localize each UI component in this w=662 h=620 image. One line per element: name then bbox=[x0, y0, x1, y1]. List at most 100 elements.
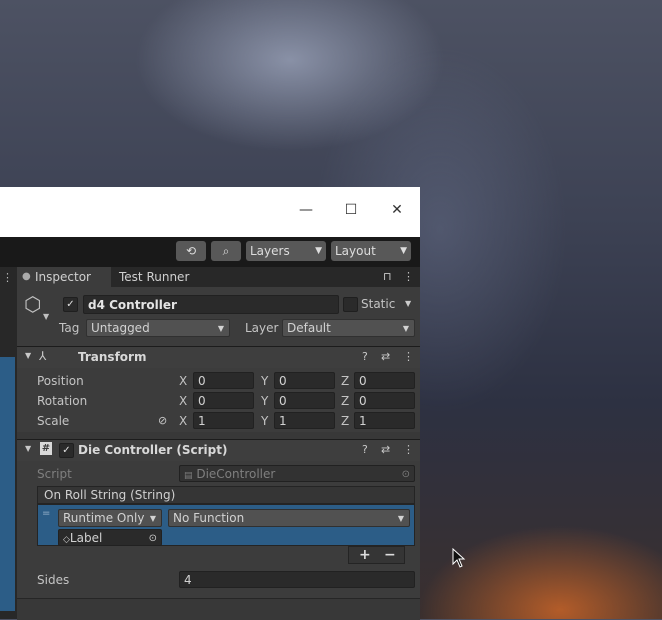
position-y-field[interactable]: 0 bbox=[274, 372, 335, 389]
minimize-button[interactable]: — bbox=[297, 201, 315, 219]
tab-test-runner[interactable]: Test Runner bbox=[119, 267, 199, 287]
object-name-field[interactable]: d4 Controller bbox=[83, 295, 339, 314]
transform-icon: ⅄ bbox=[39, 349, 47, 363]
axis-x-label: X bbox=[179, 374, 188, 388]
axis-x-label: X bbox=[179, 394, 188, 408]
position-label: Position bbox=[37, 374, 84, 388]
window-titlebar: — ☐ ✕ bbox=[0, 187, 420, 237]
position-x-field[interactable]: 0 bbox=[193, 372, 254, 389]
event-list-footer: + − bbox=[348, 546, 405, 564]
target-object-field[interactable]: ◇Label ⊙ bbox=[58, 529, 162, 546]
gameobject-cube-icon[interactable]: ⬡ bbox=[24, 294, 41, 314]
inspector-tab-bar: ● Inspector Test Runner ⊓ ⋮ bbox=[17, 267, 420, 287]
search-button[interactable]: ⌕ bbox=[211, 241, 241, 261]
transform-title: Transform bbox=[78, 350, 147, 364]
script-hash-icon: # bbox=[40, 442, 52, 455]
add-listener-button[interactable]: + bbox=[359, 547, 371, 563]
preset-icon[interactable]: ⇄ bbox=[381, 443, 390, 456]
maximize-button[interactable]: ☐ bbox=[342, 201, 360, 219]
static-checkbox[interactable] bbox=[343, 297, 358, 312]
rotation-z-field[interactable]: 0 bbox=[354, 392, 415, 409]
chevron-down-icon: ▼ bbox=[149, 514, 156, 523]
constrain-proportions-icon[interactable]: ⊘ bbox=[158, 414, 167, 427]
runtime-dropdown[interactable]: Runtime Only ▼ bbox=[58, 509, 162, 527]
die-controller-title: Die Controller (Script) bbox=[78, 443, 228, 457]
chevron-down-icon: ▼ bbox=[397, 514, 404, 523]
axis-z-label: Z bbox=[341, 414, 350, 428]
inspector-footer bbox=[17, 598, 420, 620]
history-button[interactable]: ⟲ bbox=[176, 241, 206, 261]
help-icon[interactable]: ? bbox=[362, 443, 368, 456]
active-checkbox[interactable]: ✓ bbox=[63, 297, 78, 312]
tag-value: Untagged bbox=[91, 321, 150, 335]
kebab-menu-icon[interactable]: ⋮ bbox=[2, 271, 13, 284]
layer-dropdown[interactable]: Default ▼ bbox=[282, 319, 415, 337]
sides-label: Sides bbox=[37, 573, 70, 587]
die-controller-body: Script ▤ DieController ⊙ On Roll String … bbox=[17, 461, 420, 620]
lock-icon[interactable]: ⊓ bbox=[383, 270, 392, 283]
remove-listener-button[interactable]: − bbox=[384, 547, 396, 563]
layout-dropdown[interactable]: Layout ▼ bbox=[331, 241, 411, 261]
function-value: No Function bbox=[173, 511, 245, 525]
chevron-down-icon: ▼ bbox=[402, 324, 409, 333]
layers-label: Layers bbox=[250, 244, 290, 258]
transform-header[interactable]: ▼ ⅄ Transform ? ⇄ ⋮ bbox=[17, 346, 420, 368]
component-icon: ◇ bbox=[63, 535, 70, 545]
axis-z-label: Z bbox=[341, 374, 350, 388]
chevron-down-icon: ▼ bbox=[217, 324, 224, 333]
event-listener-row[interactable]: = Runtime Only ▼ No Function ▼ ◇Label ⊙ bbox=[37, 504, 415, 546]
event-header-label: On Roll String (String) bbox=[44, 488, 176, 502]
close-button[interactable]: ✕ bbox=[388, 201, 406, 219]
unity-event-header: On Roll String (String) bbox=[37, 486, 415, 504]
function-dropdown[interactable]: No Function ▼ bbox=[168, 509, 410, 527]
rotation-x-field[interactable]: 0 bbox=[193, 392, 254, 409]
script-label: Script bbox=[37, 467, 72, 481]
transform-body: Position X 0 Y 0 Z 0 Rotation X 0 Y 0 Z … bbox=[17, 368, 420, 432]
script-file-icon: ▤ bbox=[184, 471, 193, 481]
info-icon: ● bbox=[22, 271, 31, 282]
die-controller-header[interactable]: ▼ # ✓ Die Controller (Script) ? ⇄ ⋮ bbox=[17, 439, 420, 461]
axis-x-label: X bbox=[179, 414, 188, 428]
object-header: ⬡ ▼ ✓ d4 Controller Static ▼ Tag Untagge… bbox=[17, 287, 420, 347]
kebab-menu-icon[interactable]: ⋮ bbox=[403, 270, 414, 283]
editor-toolbar: ⟲ ⌕ Layers ▼ Layout ▼ bbox=[0, 237, 420, 267]
object-picker-icon: ⊙ bbox=[401, 469, 410, 480]
tab-inspector-label: Inspector bbox=[35, 270, 91, 284]
static-label: Static bbox=[361, 297, 396, 311]
tag-dropdown[interactable]: Untagged ▼ bbox=[86, 319, 230, 337]
chevron-down-icon: ▼ bbox=[315, 246, 322, 256]
scale-label: Scale bbox=[37, 414, 70, 428]
scale-x-field[interactable]: 1 bbox=[193, 412, 254, 429]
script-field: ▤ DieController ⊙ bbox=[179, 465, 415, 482]
chevron-down-icon[interactable]: ▼ bbox=[405, 299, 411, 308]
tab-inspector[interactable]: ● Inspector bbox=[17, 267, 111, 287]
axis-y-label: Y bbox=[261, 374, 269, 388]
object-picker-icon[interactable]: ⊙ bbox=[149, 530, 157, 547]
foldout-arrow-icon[interactable]: ▼ bbox=[25, 351, 31, 360]
help-icon[interactable]: ? bbox=[362, 350, 368, 363]
unity-editor-window: — ☐ ✕ ⟲ ⌕ Layers ▼ Layout ▼ ⋮ ● Inspector … bbox=[0, 187, 420, 620]
position-z-field[interactable]: 0 bbox=[354, 372, 415, 389]
hierarchy-selection[interactable] bbox=[0, 357, 15, 611]
search-icon: ⌕ bbox=[222, 244, 230, 258]
drag-handle-icon[interactable]: = bbox=[42, 508, 50, 519]
mouse-cursor-icon bbox=[452, 548, 466, 568]
tab-test-runner-label: Test Runner bbox=[119, 270, 190, 284]
script-value: DieController bbox=[196, 467, 276, 481]
scale-z-field[interactable]: 1 bbox=[354, 412, 415, 429]
scale-y-field[interactable]: 1 bbox=[274, 412, 335, 429]
chevron-down-icon: ▼ bbox=[400, 246, 407, 256]
foldout-arrow-icon[interactable]: ▼ bbox=[25, 444, 31, 453]
rotation-y-field[interactable]: 0 bbox=[274, 392, 335, 409]
kebab-menu-icon[interactable]: ⋮ bbox=[403, 350, 414, 363]
kebab-menu-icon[interactable]: ⋮ bbox=[403, 443, 414, 456]
chevron-down-icon[interactable]: ▼ bbox=[43, 312, 49, 321]
component-enabled-checkbox[interactable]: ✓ bbox=[59, 443, 74, 458]
sides-field[interactable]: 4 bbox=[179, 571, 415, 588]
axis-z-label: Z bbox=[341, 394, 350, 408]
preset-icon[interactable]: ⇄ bbox=[381, 350, 390, 363]
layers-dropdown[interactable]: Layers ▼ bbox=[246, 241, 326, 261]
rotation-label: Rotation bbox=[37, 394, 88, 408]
layer-value: Default bbox=[287, 321, 331, 335]
layer-label: Layer bbox=[245, 321, 279, 335]
